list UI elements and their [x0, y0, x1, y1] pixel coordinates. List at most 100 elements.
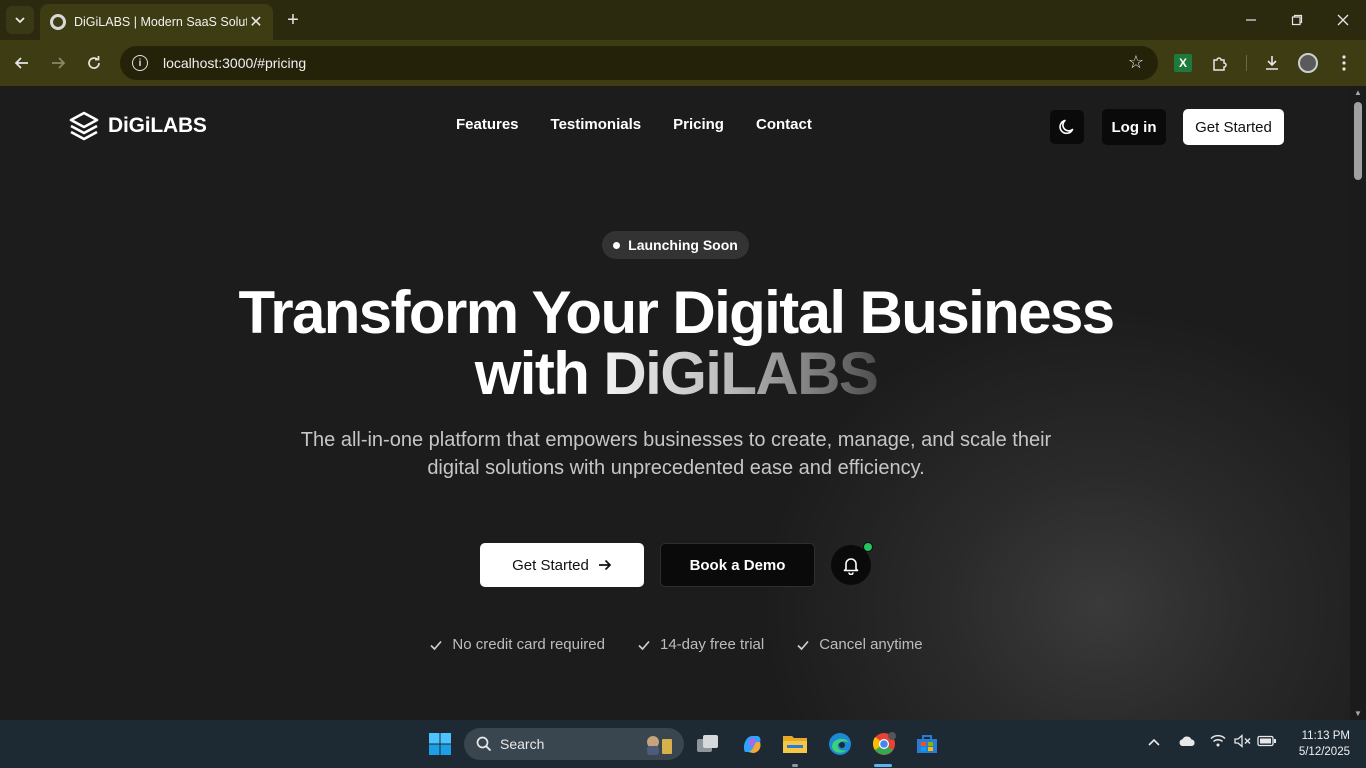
puzzle-icon	[1213, 57, 1227, 71]
scrollbar-thumb[interactable]	[1354, 102, 1362, 180]
restore-button[interactable]	[1274, 0, 1320, 40]
nav-get-started-button[interactable]: Get Started	[1183, 109, 1284, 145]
show-hidden-icons-button[interactable]	[1148, 734, 1160, 750]
tab-search-button[interactable]	[6, 6, 34, 34]
browser-tab-active[interactable]: DiGiLABS | Modern SaaS Solutions ✕	[40, 4, 273, 40]
search-label: Search	[500, 736, 545, 752]
copilot-button[interactable]	[738, 730, 766, 758]
perk-item: 14-day free trial	[637, 636, 764, 653]
onedrive-icon[interactable]	[1178, 734, 1196, 750]
web-page: DiGiLABS Features Testimonials Pricing C…	[0, 86, 1350, 720]
arrow-left-icon	[14, 57, 28, 69]
app-open-indicator	[792, 764, 798, 767]
active-app-indicator	[874, 764, 892, 767]
logo-text: DiGiLABS	[108, 114, 207, 137]
store-icon	[917, 735, 937, 753]
check-icon	[430, 640, 443, 650]
site-info-icon[interactable]: i	[132, 55, 148, 71]
scroll-up-icon[interactable]: ▲	[1353, 88, 1363, 97]
reload-button[interactable]	[79, 48, 109, 78]
close-window-button[interactable]	[1320, 0, 1366, 40]
arrow-right-icon	[52, 57, 66, 69]
edge-button[interactable]	[826, 730, 854, 758]
extensions-button[interactable]	[1205, 48, 1235, 78]
chrome-button[interactable]	[870, 730, 898, 758]
minimize-icon	[1246, 19, 1256, 21]
main-nav: Features Testimonials Pricing Contact	[440, 116, 828, 133]
address-url: localhost:3000/#pricing	[163, 55, 307, 71]
file-explorer-button[interactable]	[781, 730, 809, 758]
hero-get-started-label: Get Started	[512, 556, 589, 574]
login-button[interactable]: Log in	[1102, 109, 1166, 145]
toolbar-divider	[1246, 55, 1247, 71]
notifications-button[interactable]	[831, 542, 873, 585]
globe-icon	[50, 14, 66, 30]
back-button[interactable]	[7, 48, 37, 78]
site-logo[interactable]: DiGiLABS	[68, 110, 207, 142]
chevron-down-icon	[15, 17, 25, 24]
check-icon	[797, 640, 809, 650]
status-dot	[613, 241, 621, 249]
address-bar[interactable]: i localhost:3000/#pricing ☆	[120, 46, 1158, 80]
bookmark-star-icon[interactable]: ☆	[1128, 52, 1144, 73]
perk-item: Cancel anytime	[796, 636, 923, 653]
page-scrollbar[interactable]: ▲ ▼	[1350, 86, 1366, 720]
profile-avatar[interactable]	[1298, 53, 1318, 73]
perk-label: Cancel anytime	[819, 636, 923, 653]
hero-title-brand: DiGiLABS	[603, 340, 878, 407]
launch-badge: Launching Soon	[602, 231, 749, 259]
forward-button[interactable]	[43, 48, 73, 78]
book-demo-button[interactable]: Book a Demo	[660, 543, 815, 587]
perk-item: No credit card required	[429, 636, 605, 653]
minimize-button[interactable]	[1228, 0, 1274, 40]
volume-muted-icon[interactable]	[1234, 734, 1252, 751]
new-tab-button[interactable]: +	[282, 8, 304, 32]
windows-logo-icon	[429, 733, 451, 755]
download-icon	[1266, 56, 1278, 70]
hero-perks: No credit card required 14-day free tria…	[0, 636, 1350, 653]
perk-label: No credit card required	[452, 636, 605, 653]
wifi-icon[interactable]	[1210, 734, 1226, 750]
close-tab-icon[interactable]: ✕	[247, 12, 265, 32]
clock-date: 5/12/2025	[1298, 746, 1350, 758]
kebab-menu-icon	[1342, 55, 1346, 71]
chrome-icon	[872, 732, 896, 755]
hero-subtitle: The all-in-one platform that empowers bu…	[300, 429, 1052, 479]
task-view-icon	[697, 735, 718, 752]
hero-title-line1: Transform Your Digital Business	[238, 279, 1115, 346]
scroll-down-icon[interactable]: ▼	[1353, 709, 1363, 718]
start-button[interactable]	[426, 730, 454, 758]
nav-link-pricing[interactable]: Pricing	[657, 116, 740, 133]
task-view-button[interactable]	[694, 730, 722, 758]
copilot-icon	[743, 736, 761, 753]
bell-icon	[843, 558, 859, 575]
tab-title: DiGiLABS | Modern SaaS Solutions	[74, 15, 247, 29]
system-clock[interactable]: 11:13 PM 5/12/2025	[1284, 728, 1350, 760]
edge-icon	[829, 733, 851, 755]
nav-link-testimonials[interactable]: Testimonials	[535, 116, 658, 133]
microsoft-store-button[interactable]	[913, 730, 941, 758]
layers-icon	[69, 111, 99, 141]
battery-icon[interactable]	[1257, 734, 1277, 750]
taskbar-search[interactable]: Search	[464, 728, 684, 760]
browser-toolbar: i localhost:3000/#pricing ☆ X	[0, 40, 1366, 86]
theme-toggle-button[interactable]	[1050, 110, 1084, 144]
chevron-up-icon	[1148, 738, 1160, 746]
folder-icon	[783, 736, 807, 753]
reload-icon	[88, 56, 100, 69]
downloads-button[interactable]	[1257, 48, 1287, 78]
restore-icon	[1291, 14, 1303, 26]
browser-tab-strip: DiGiLABS | Modern SaaS Solutions ✕ +	[0, 0, 1366, 40]
moon-icon	[1059, 119, 1074, 135]
nav-link-features[interactable]: Features	[440, 116, 535, 133]
excel-extension-icon[interactable]: X	[1174, 54, 1192, 72]
check-icon	[638, 640, 650, 650]
perk-label: 14-day free trial	[659, 636, 765, 653]
nav-link-contact[interactable]: Contact	[740, 116, 828, 133]
online-indicator-dot	[863, 542, 873, 552]
hero-title-line2: with DiGiLABS	[0, 343, 1350, 405]
clock-time: 11:13 PM	[1301, 730, 1350, 742]
browser-menu-button[interactable]	[1329, 48, 1359, 78]
close-icon	[1337, 14, 1349, 26]
hero-get-started-button[interactable]: Get Started	[480, 543, 644, 587]
